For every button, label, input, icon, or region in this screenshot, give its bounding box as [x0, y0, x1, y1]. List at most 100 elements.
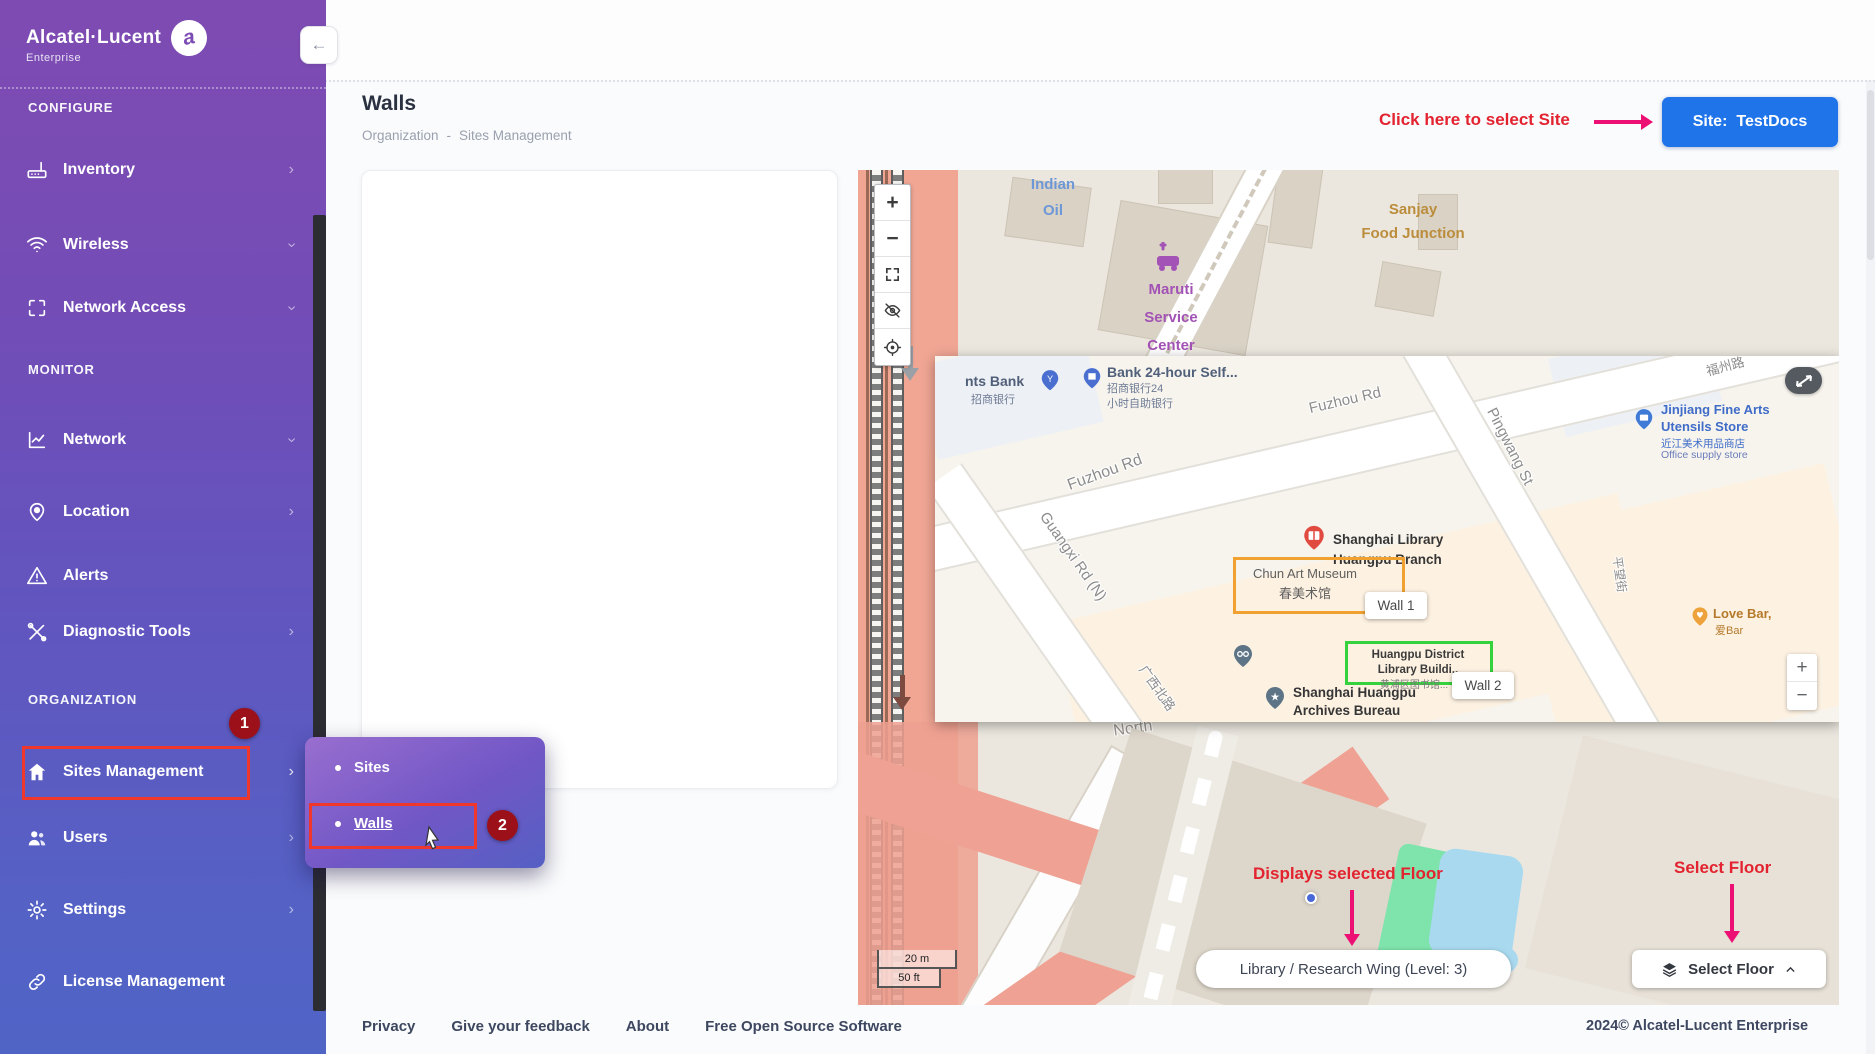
- wifi-icon: [26, 234, 48, 256]
- section-configure: CONFIGURE: [28, 100, 113, 115]
- breadcrumb-section: Sites Management: [459, 128, 572, 143]
- brand-logo-icon: a: [168, 17, 211, 60]
- section-organization: ORGANIZATION: [28, 692, 137, 707]
- map-label-sanjay: Sanjay Food Junction: [1323, 198, 1503, 246]
- road-label-fuzhou-2: Fuzhou Rd: [1280, 378, 1410, 424]
- footer-link-oss[interactable]: Free Open Source Software: [705, 1018, 902, 1035]
- brand-logo: Alcatel·Lucent a: [26, 20, 207, 56]
- annotation-step-2-badge: 2: [487, 810, 518, 841]
- sidebar-item-label: Location: [63, 503, 130, 521]
- annotation-arrow-down-icon: [1350, 890, 1354, 935]
- site-button-label: Site:: [1693, 113, 1728, 131]
- annotation-step-1-badge: 1: [229, 708, 260, 739]
- footer-copyright: 2024© Alcatel-Lucent Enterprise: [1586, 1018, 1808, 1034]
- breadcrumb-org[interactable]: Organization: [362, 128, 439, 143]
- sidebar-item-network-access[interactable]: Network Access ›: [26, 288, 294, 328]
- map-canvas[interactable]: Indian Oil Sanjay Food Junction Maruti S…: [858, 170, 1839, 1005]
- annotation-displays-floor: Displays selected Floor: [1253, 864, 1443, 884]
- chevron-right-icon: ›: [289, 763, 294, 781]
- alert-triangle-icon: [26, 565, 48, 587]
- map-zoom-in-button[interactable]: +: [875, 185, 910, 221]
- topbar-divider: [300, 80, 1875, 82]
- chevron-right-icon: ›: [289, 161, 294, 179]
- overlay-zoom-out-button[interactable]: −: [1787, 682, 1817, 710]
- select-floor-button[interactable]: Select Floor: [1632, 950, 1826, 988]
- sidebar-scrollbar[interactable]: [313, 215, 326, 1011]
- location-pin-icon: [26, 501, 48, 523]
- flyout-item-sites[interactable]: Sites: [335, 759, 390, 776]
- chevron-down-icon: ›: [282, 305, 300, 310]
- sidebar-item-users[interactable]: Users ›: [26, 818, 294, 858]
- sidebar-item-diagnostic-tools[interactable]: Diagnostic Tools ›: [26, 612, 294, 652]
- sidebar-item-license-management[interactable]: License Management: [26, 962, 294, 1002]
- sidebar-collapse-button[interactable]: ←: [300, 26, 338, 64]
- link-icon: [26, 971, 48, 993]
- sidebar-item-label: Diagnostic Tools: [63, 623, 191, 641]
- wall2-map-chip: Wall 2: [1452, 672, 1514, 699]
- poi-love-bar-cn: 爱Bar: [1715, 622, 1743, 638]
- library-pin-icon: [1301, 524, 1327, 558]
- svg-text:Y: Y: [1047, 374, 1053, 384]
- footer-link-privacy[interactable]: Privacy: [362, 1018, 415, 1035]
- annotation-select-floor: Select Floor: [1674, 858, 1771, 878]
- users-icon: [26, 827, 48, 849]
- footer-link-feedback[interactable]: Give your feedback: [451, 1018, 589, 1035]
- walls-list-panel: [361, 170, 838, 789]
- sidebar-item-label: Users: [63, 829, 107, 847]
- select-floor-label: Select Floor: [1688, 961, 1774, 978]
- annotation-box-walls: [309, 803, 477, 849]
- store-pin-icon: [1633, 408, 1655, 436]
- sidebar-item-network[interactable]: Network ›: [26, 420, 294, 460]
- bar-pin-icon: ♥: [1690, 606, 1710, 632]
- map-label-indian-oil: Indian Oil: [998, 172, 1108, 223]
- sidebar-item-wireless[interactable]: Wireless ›: [26, 225, 294, 265]
- sidebar-item-label: Wireless: [63, 236, 129, 254]
- layers-icon: [1661, 961, 1678, 978]
- overlay-zoom-control: + −: [1787, 654, 1817, 710]
- poi-jinjiang-category: Office supply store: [1661, 449, 1748, 461]
- bank-pin-icon: Y: [1039, 368, 1061, 398]
- chevron-right-icon: ›: [289, 901, 294, 919]
- svg-text:♥: ♥: [1696, 610, 1703, 620]
- sidebar-item-location[interactable]: Location ›: [26, 492, 294, 532]
- poi-bank2-cn: 招商银行24 小时自助银行: [1107, 382, 1173, 413]
- overlay-block: [935, 356, 1104, 460]
- map-locate-button[interactable]: [875, 329, 910, 365]
- page-scrollbar-thumb[interactable]: [1867, 90, 1874, 260]
- sidebar-item-inventory[interactable]: Inventory ›: [26, 150, 294, 190]
- cursor-hand-icon: [421, 825, 445, 851]
- chevron-down-icon: ›: [282, 437, 300, 442]
- map-fullscreen-button[interactable]: [875, 257, 910, 293]
- floor-map-overlay[interactable]: Fuzhou Rd Fuzhou Rd 福州路 Pingwang St 平望街 …: [935, 356, 1839, 722]
- annotation-select-site: Click here to select Site: [1379, 110, 1570, 130]
- chevron-right-icon: ›: [289, 503, 294, 521]
- sidebar-item-label: Inventory: [63, 161, 135, 179]
- annotation-arrow-right-icon: [1594, 120, 1642, 124]
- chevron-up-icon: [1784, 963, 1797, 976]
- fullscreen-icon: [884, 266, 901, 283]
- pan-arrows-icon: [1795, 374, 1813, 388]
- poi-bank2: Bank 24-hour Self...: [1107, 364, 1238, 380]
- overlay-compass-button[interactable]: [1785, 367, 1822, 394]
- svg-text:★: ★: [1270, 691, 1280, 704]
- sidebar-item-settings[interactable]: Settings ›: [26, 890, 294, 930]
- selected-floor-chip: Library / Research Wing (Level: 3): [1196, 950, 1511, 988]
- museum-pin-icon: [1231, 644, 1255, 674]
- overlay-zoom-in-button[interactable]: +: [1787, 654, 1817, 682]
- gear-icon: [26, 899, 48, 921]
- sidebar: Alcatel·Lucent a Enterprise CONFIGURE In…: [0, 0, 326, 1054]
- sidebar-item-alerts[interactable]: Alerts: [26, 556, 294, 596]
- crosshair-icon: [883, 338, 902, 357]
- topbar: [326, 0, 1875, 80]
- poi-love-bar: Love Bar,: [1713, 606, 1772, 621]
- sidebar-divider: [0, 87, 326, 89]
- map-zoom-out-button[interactable]: −: [875, 221, 910, 257]
- footer-link-about[interactable]: About: [626, 1018, 669, 1035]
- site-selector-button[interactable]: Site: TestDocs: [1662, 97, 1838, 147]
- breadcrumb: Organization - Sites Management: [362, 128, 572, 143]
- map-hide-walls-button[interactable]: [875, 293, 910, 329]
- page-title: Walls: [362, 92, 416, 116]
- poi-jinjiang: Jinjiang Fine Arts Utensils Store: [1661, 402, 1770, 436]
- scale-feet: 50 ft: [877, 969, 941, 988]
- site-button-value: TestDocs: [1736, 113, 1807, 131]
